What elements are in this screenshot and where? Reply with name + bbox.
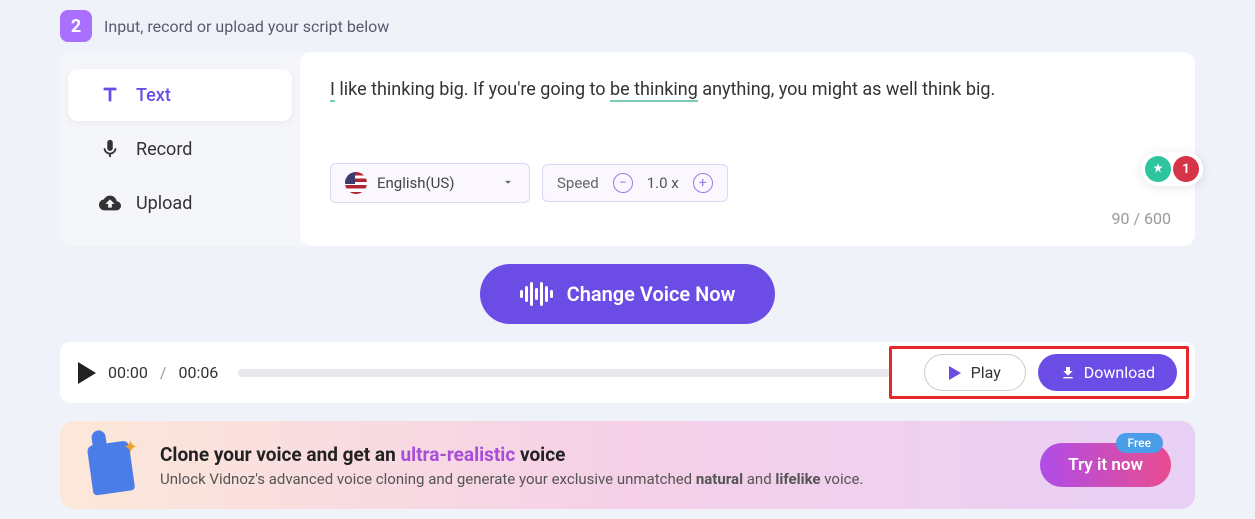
time-separator: /: [160, 363, 167, 382]
play-button[interactable]: Play: [924, 354, 1026, 391]
floating-indicator[interactable]: 1: [1141, 152, 1203, 186]
free-tag: Free: [1116, 433, 1163, 453]
script-text[interactable]: I like thinking big. If you're going to …: [330, 76, 1165, 103]
speed-value: 1.0 x: [647, 174, 679, 192]
script-word: like thinking big. If you're going to: [335, 79, 610, 100]
speed-decrease-button[interactable]: −: [613, 173, 633, 193]
script-input-container: Text Record Upload I like thinking big. …: [60, 52, 1195, 246]
download-icon: [1060, 365, 1076, 381]
promo-banner: ✦ Clone your voice and get an ultra-real…: [60, 421, 1195, 509]
download-button[interactable]: Download: [1038, 354, 1177, 391]
chevron-down-icon: [501, 174, 515, 193]
text-input-area[interactable]: I like thinking big. If you're going to …: [300, 52, 1195, 246]
play-triangle-icon: [949, 366, 961, 380]
text-icon: [98, 83, 122, 107]
tab-label: Text: [136, 85, 171, 106]
language-select[interactable]: English(US): [330, 163, 530, 203]
promo-subtitle: Unlock Vidnoz's advanced voice cloning a…: [160, 470, 1020, 488]
promo-title: Clone your voice and get an ultra-realis…: [160, 443, 1020, 466]
current-time: 00:00: [108, 363, 148, 382]
waveform-icon: [520, 282, 553, 306]
text-controls: English(US) Speed − 1.0 x +: [330, 163, 1165, 203]
language-label: English(US): [377, 174, 455, 192]
plus-icon: [1145, 156, 1171, 182]
play-icon[interactable]: [78, 362, 96, 384]
try-it-now-button[interactable]: Free Try it now: [1040, 443, 1171, 487]
tab-record[interactable]: Record: [68, 123, 292, 175]
tab-text[interactable]: Text: [68, 69, 292, 121]
script-word: be thinking: [610, 79, 698, 102]
play-label: Play: [971, 363, 1001, 382]
count-badge: 1: [1173, 156, 1199, 182]
speed-label: Speed: [557, 174, 599, 192]
audio-player: 00:00 / 00:06 Play Download: [60, 342, 1195, 403]
cta-label: Change Voice Now: [567, 282, 736, 306]
thumbs-up-icon: ✦: [84, 437, 140, 493]
tab-label: Upload: [136, 193, 192, 214]
speed-control: Speed − 1.0 x +: [542, 164, 728, 202]
step-number-badge: 2: [60, 10, 92, 42]
character-counter: 90 / 600: [1111, 209, 1171, 228]
download-label: Download: [1084, 363, 1155, 382]
cloud-upload-icon: [98, 191, 122, 215]
total-time: 00:06: [178, 363, 218, 382]
change-voice-button[interactable]: Change Voice Now: [480, 264, 776, 324]
progress-bar[interactable]: [238, 369, 891, 377]
mic-icon: [98, 137, 122, 161]
us-flag-icon: [345, 172, 367, 194]
promo-content: Clone your voice and get an ultra-realis…: [160, 443, 1020, 488]
step-title: Input, record or upload your script belo…: [104, 17, 389, 36]
script-word: anything, you might as well think big.: [698, 79, 995, 100]
try-label: Try it now: [1068, 455, 1143, 475]
step-header: 2 Input, record or upload your script be…: [60, 10, 1195, 42]
input-mode-tabs: Text Record Upload: [60, 52, 300, 246]
tab-upload[interactable]: Upload: [68, 177, 292, 229]
tab-label: Record: [136, 139, 192, 160]
speed-increase-button[interactable]: +: [693, 173, 713, 193]
